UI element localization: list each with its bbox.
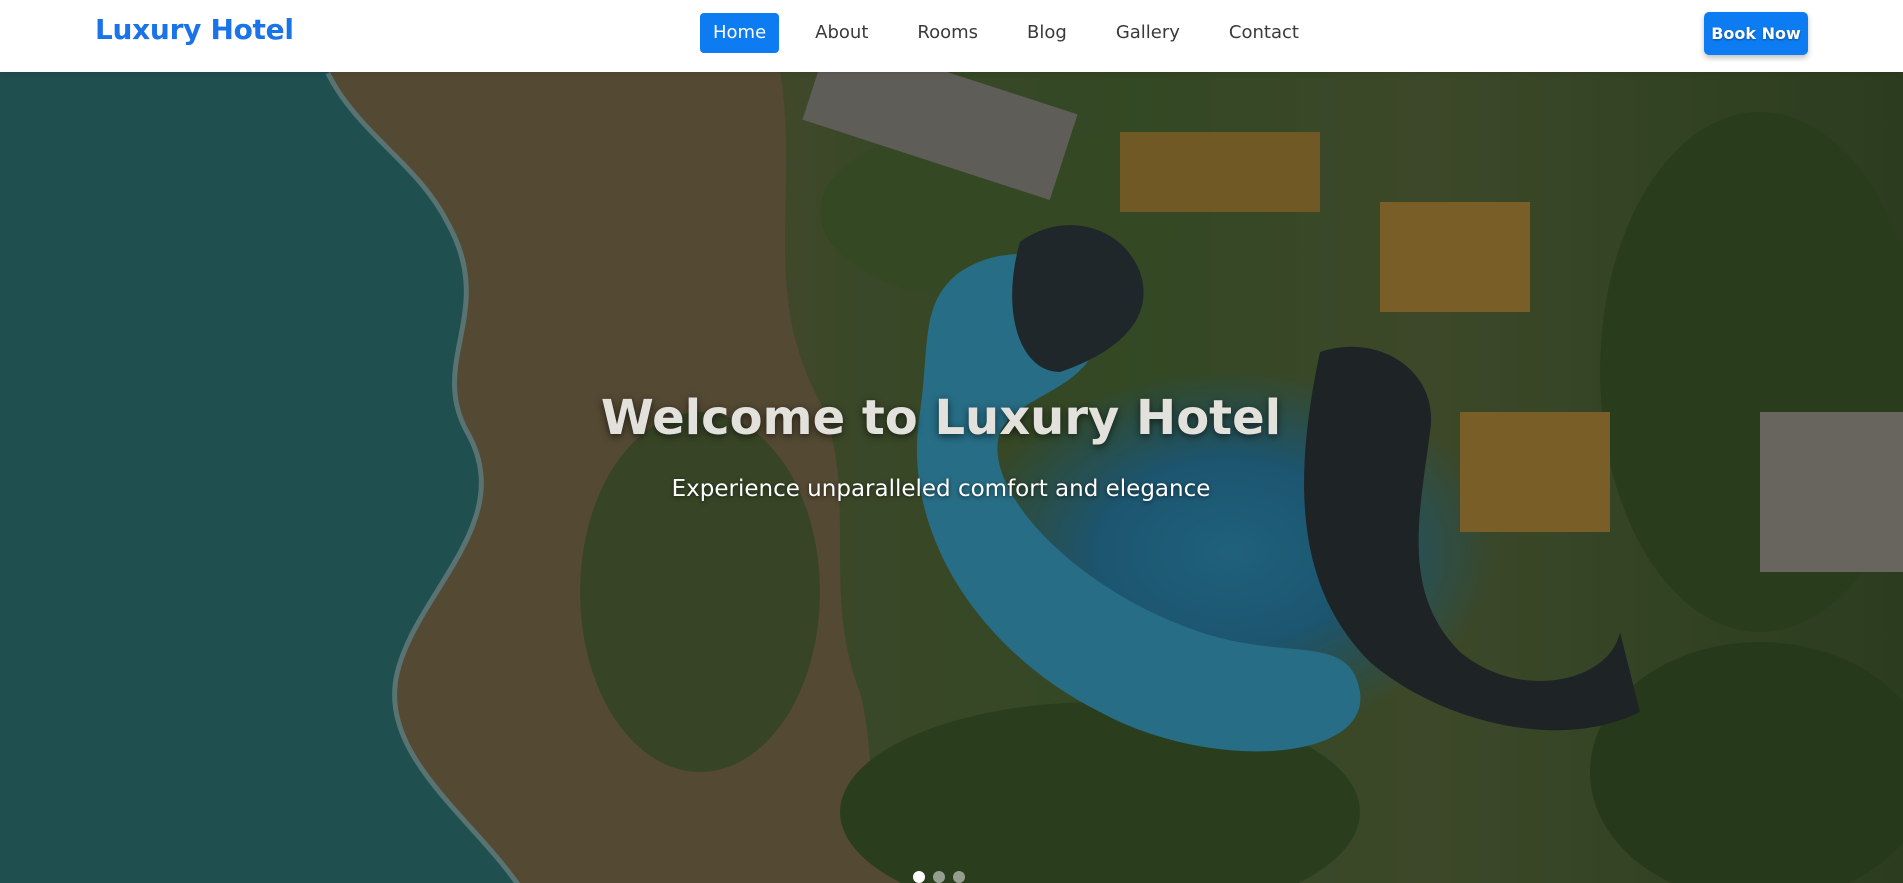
brand-logo[interactable]: Luxury Hotel xyxy=(95,13,294,46)
carousel-dot-1[interactable] xyxy=(913,871,925,883)
nav-about[interactable]: About xyxy=(802,13,881,53)
book-now-button[interactable]: Book Now xyxy=(1704,12,1808,55)
carousel-dot-2[interactable] xyxy=(933,871,945,883)
nav-blog[interactable]: Blog xyxy=(1014,13,1080,53)
nav-gallery[interactable]: Gallery xyxy=(1103,13,1193,53)
nav-rooms[interactable]: Rooms xyxy=(904,13,991,53)
hero-carousel: Welcome to Luxury Hotel Experience unpar… xyxy=(0,72,1903,883)
nav-contact[interactable]: Contact xyxy=(1216,13,1312,53)
navbar: Luxury Hotel Home About Rooms Blog Galle… xyxy=(0,0,1903,72)
carousel-indicators xyxy=(913,871,965,883)
main-nav: Home About Rooms Blog Gallery Contact xyxy=(700,13,1335,53)
hero-title: Welcome to Luxury Hotel xyxy=(600,390,1282,446)
nav-home[interactable]: Home xyxy=(700,13,780,53)
hero-subtitle: Experience unparalleled comfort and eleg… xyxy=(671,476,1211,502)
carousel-dot-3[interactable] xyxy=(953,871,965,883)
